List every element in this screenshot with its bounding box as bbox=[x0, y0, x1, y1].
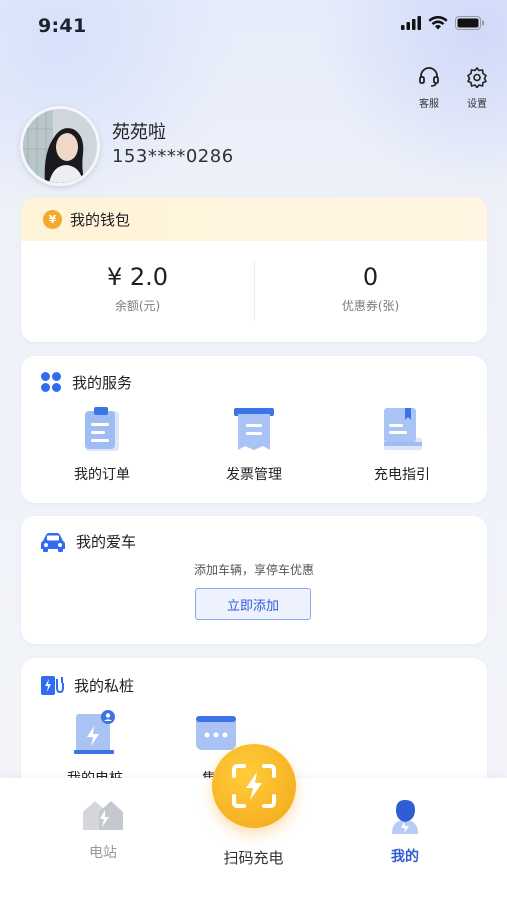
order-icon bbox=[85, 407, 119, 451]
pile-item-my-charger[interactable]: 我的电桩 bbox=[35, 710, 155, 788]
my-car-title: 我的爱车 bbox=[76, 533, 137, 551]
headset-icon bbox=[419, 67, 439, 87]
avatar-photo bbox=[23, 109, 97, 183]
avatar[interactable] bbox=[20, 106, 100, 186]
coin-icon: ¥ bbox=[43, 209, 62, 229]
service-item-orders[interactable]: 我的订单 bbox=[42, 406, 162, 484]
user-name: 苑苑啦 bbox=[112, 122, 166, 143]
wallet-card: ¥ 我的钱包 ¥ 2.0 余额(元) 0 优惠券(张) bbox=[21, 197, 487, 342]
wallet-header[interactable]: ¥ 我的钱包 bbox=[21, 197, 487, 241]
balance-value: ¥ 2.0 bbox=[106, 263, 169, 291]
charger-icon bbox=[40, 674, 64, 696]
status-bar: 9:41 bbox=[0, 0, 507, 52]
grid-icon bbox=[40, 371, 62, 393]
my-charger-icon bbox=[74, 710, 115, 754]
settings-button[interactable]: 设置 bbox=[457, 66, 497, 110]
balance-item[interactable]: ¥ 2.0 余额(元) bbox=[21, 241, 254, 341]
guide-icon bbox=[384, 408, 422, 450]
station-icon bbox=[83, 801, 123, 830]
wallet-divider bbox=[254, 261, 255, 321]
scan-charge-label[interactable]: 扫码充电 bbox=[0, 847, 507, 868]
invoice-icon bbox=[234, 408, 274, 450]
add-car-tip: 添加车辆，享停车优惠 bbox=[193, 563, 314, 577]
gear-icon bbox=[467, 67, 487, 89]
settings-label: 设置 bbox=[467, 99, 487, 110]
services-title: 我的服务 bbox=[72, 373, 133, 392]
service-item-invoices[interactable]: 发票管理 bbox=[194, 406, 314, 484]
user-phone: 153****0286 bbox=[112, 146, 234, 167]
scan-charge-button[interactable] bbox=[204, 738, 304, 838]
customer-service-button[interactable]: 客服 bbox=[409, 66, 449, 110]
services-card: 我的服务 我的订单 发票管理 充电指引 bbox=[21, 356, 487, 503]
status-time: 9:41 bbox=[38, 15, 87, 37]
coupon-item[interactable]: 0 优惠券(张) bbox=[254, 241, 487, 341]
user-profile[interactable]: 苑苑啦 153****0286 bbox=[20, 106, 420, 186]
service-item-label: 发票管理 bbox=[226, 467, 282, 483]
add-car-button[interactable]: 立即添加 bbox=[195, 588, 311, 620]
wifi-icon bbox=[428, 16, 448, 30]
scan-icon bbox=[232, 764, 276, 808]
wallet-title: 我的钱包 bbox=[70, 210, 131, 229]
battery-icon bbox=[455, 16, 484, 30]
profile-icon bbox=[392, 800, 418, 834]
service-item-label: 充电指引 bbox=[374, 467, 430, 483]
private-pile-title: 我的私桩 bbox=[74, 676, 135, 695]
car-icon bbox=[40, 532, 66, 552]
my-car-card: 我的爱车 添加车辆，享停车优惠 立即添加 bbox=[21, 516, 487, 644]
service-item-charging-guide[interactable]: 充电指引 bbox=[342, 406, 462, 484]
coupon-value: 0 bbox=[362, 263, 379, 291]
status-icons bbox=[401, 16, 485, 30]
service-item-label: 我的订单 bbox=[74, 467, 130, 483]
coupon-label: 优惠券(张) bbox=[341, 299, 400, 313]
cellular-signal-icon bbox=[401, 16, 421, 30]
balance-label: 余额(元) bbox=[114, 299, 161, 313]
